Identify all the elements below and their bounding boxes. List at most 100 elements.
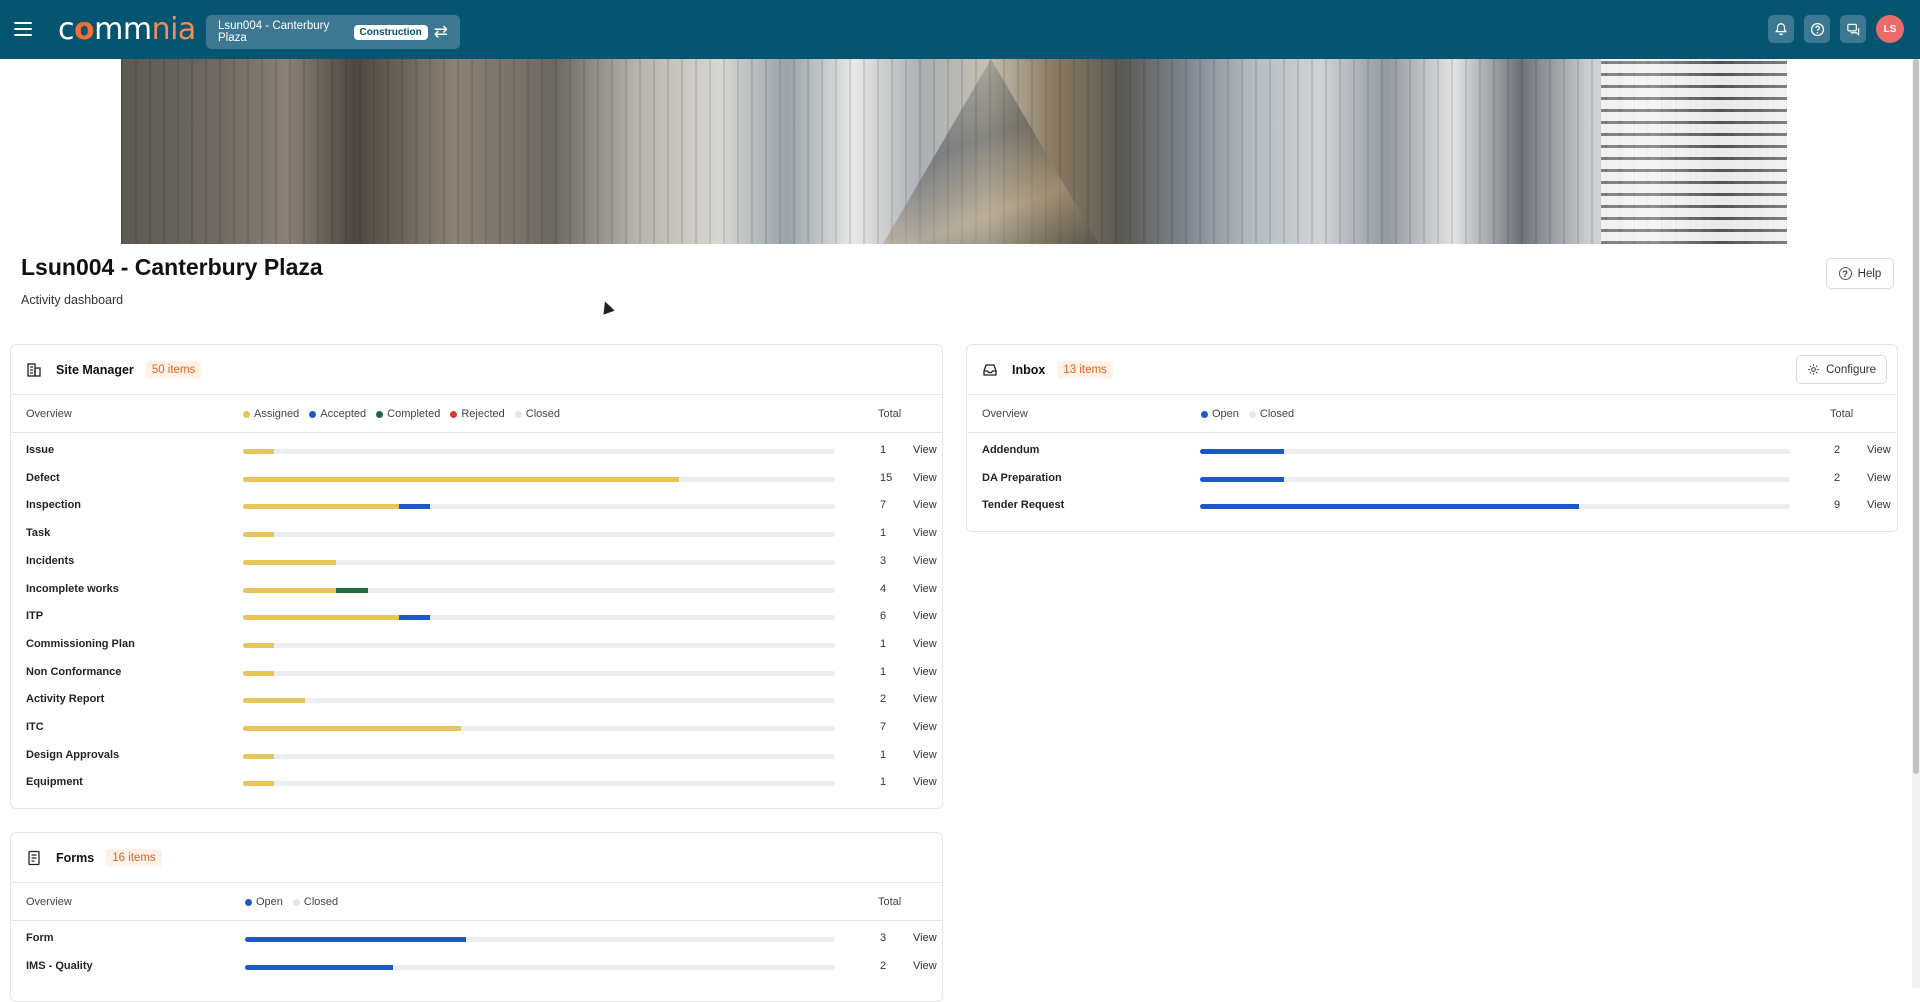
table-row: Defect 15 View (11, 465, 942, 493)
table-row: Non Conformance 1 View (11, 659, 942, 687)
view-link[interactable]: View (1867, 472, 1891, 484)
progress-track (243, 642, 835, 648)
row-label: Equipment (26, 776, 83, 789)
row-total: 2 (1834, 471, 1841, 484)
table-row: Tender Request 9 View (967, 492, 1897, 520)
row-total: 1 (880, 637, 887, 650)
table-row: ITP 6 View (11, 603, 942, 631)
table-row: Form 3 View (11, 925, 942, 953)
progress-segment (398, 615, 430, 621)
swap-icon: ⇄ (433, 22, 448, 41)
legend-dot (450, 410, 458, 418)
forms-header: Forms 16 items (11, 833, 942, 883)
progress-segment (243, 698, 306, 704)
progress-segment (243, 615, 399, 621)
table-row: ITC 7 View (11, 714, 942, 742)
progress-segment (243, 753, 275, 759)
legend-item-assigned: Assigned (243, 408, 299, 420)
forms-card: Forms 16 items Overview Open Closed Total… (10, 832, 943, 1002)
view-link[interactable]: View (1867, 499, 1891, 511)
bell-icon[interactable] (1768, 15, 1794, 43)
row-label: Activity Report (26, 693, 105, 706)
progress-segment (243, 642, 275, 648)
page-scrollbar[interactable] (1912, 59, 1920, 988)
view-link[interactable]: View (1867, 444, 1891, 456)
legend-label: Accepted (320, 408, 367, 420)
forms-count-badge: 16 items (106, 848, 162, 867)
row-label: Form (26, 932, 54, 944)
table-row: Addendum 2 View (967, 437, 1897, 465)
user-avatar[interactable]: LS (1876, 15, 1904, 43)
project-switcher[interactable]: Lsun004 - Canterbury Plaza Construction … (206, 15, 460, 49)
total-header: Total (1830, 408, 1854, 420)
overview-header: Overview (26, 408, 72, 420)
menu-icon[interactable] (14, 18, 32, 40)
row-total: 1 (880, 748, 887, 761)
row-label: Inspection (26, 499, 82, 512)
progress-segment (243, 504, 399, 510)
table-row: Design Approvals 1 View (11, 742, 942, 770)
row-total: 7 (880, 499, 887, 512)
legend-label: Closed (303, 896, 339, 908)
progress-track (1200, 476, 1790, 482)
chat-icon[interactable] (1840, 15, 1866, 43)
view-link[interactable]: View (913, 960, 937, 972)
table-row: Equipment 1 View (11, 769, 942, 797)
total-header: Total (878, 896, 902, 908)
view-link[interactable]: View (913, 610, 937, 622)
table-row: IMS - Quality 2 View (11, 953, 942, 981)
legend-item-open: Open (1201, 408, 1239, 420)
legend-label: Open (256, 896, 283, 908)
progress-segment (1200, 504, 1580, 510)
row-total: 1 (880, 665, 887, 678)
inbox-table-header: Overview Open Closed Total (967, 395, 1897, 433)
view-link[interactable]: View (913, 693, 937, 705)
view-link[interactable]: View (913, 444, 937, 456)
progress-segment (243, 670, 275, 676)
table-row: Task 1 View (11, 520, 942, 548)
site-manager-table-header: Overview Assigned Accepted Completed Reject… (11, 395, 942, 433)
site-manager-card: Site Manager 50 items Overview Assigned A… (10, 344, 943, 809)
view-link[interactable]: View (913, 583, 937, 595)
forms-table-header: Overview Open Closed Total (11, 883, 942, 921)
legend-item-rejected: Rejected (450, 408, 505, 420)
progress-track (243, 670, 835, 676)
progress-track (243, 781, 835, 787)
progress-segment (243, 559, 337, 565)
legend-dot (292, 898, 300, 906)
help-circle-icon[interactable] (1804, 15, 1830, 43)
progress-segment (243, 476, 680, 482)
row-label: ITC (26, 721, 44, 733)
row-total: 2 (880, 693, 887, 706)
view-link[interactable]: View (913, 638, 937, 650)
view-link[interactable]: View (913, 721, 937, 733)
table-row: Incomplete works 4 View (11, 576, 942, 604)
view-link[interactable]: View (913, 776, 937, 788)
view-link[interactable]: View (913, 472, 937, 484)
view-link[interactable]: View (913, 932, 937, 944)
table-row: Activity Report 2 View (11, 686, 942, 714)
progress-track (245, 937, 835, 942)
legend-label: Rejected (461, 408, 505, 420)
commnia-logo[interactable]: commnia (58, 12, 196, 47)
row-total: 1 (880, 776, 887, 789)
configure-button[interactable]: Configure (1796, 355, 1887, 384)
help-button[interactable]: ? Help (1826, 258, 1894, 289)
legend-label: Closed (525, 408, 561, 420)
progress-track (1200, 504, 1790, 510)
legend-dot (245, 898, 252, 906)
progress-track (243, 476, 835, 482)
legend-dot (376, 410, 384, 418)
row-label: Tender Request (982, 499, 1065, 512)
view-link[interactable]: View (913, 527, 937, 539)
progress-segment (398, 504, 430, 510)
scrollbar-thumb[interactable] (1913, 59, 1919, 774)
row-label: Incidents (26, 554, 75, 567)
view-link[interactable]: View (913, 555, 937, 567)
progress-track (243, 504, 835, 510)
view-link[interactable]: View (913, 499, 937, 511)
legend-label: Assigned (254, 408, 300, 420)
view-link[interactable]: View (913, 666, 937, 678)
project-banner-image (121, 59, 1787, 244)
view-link[interactable]: View (913, 749, 937, 761)
